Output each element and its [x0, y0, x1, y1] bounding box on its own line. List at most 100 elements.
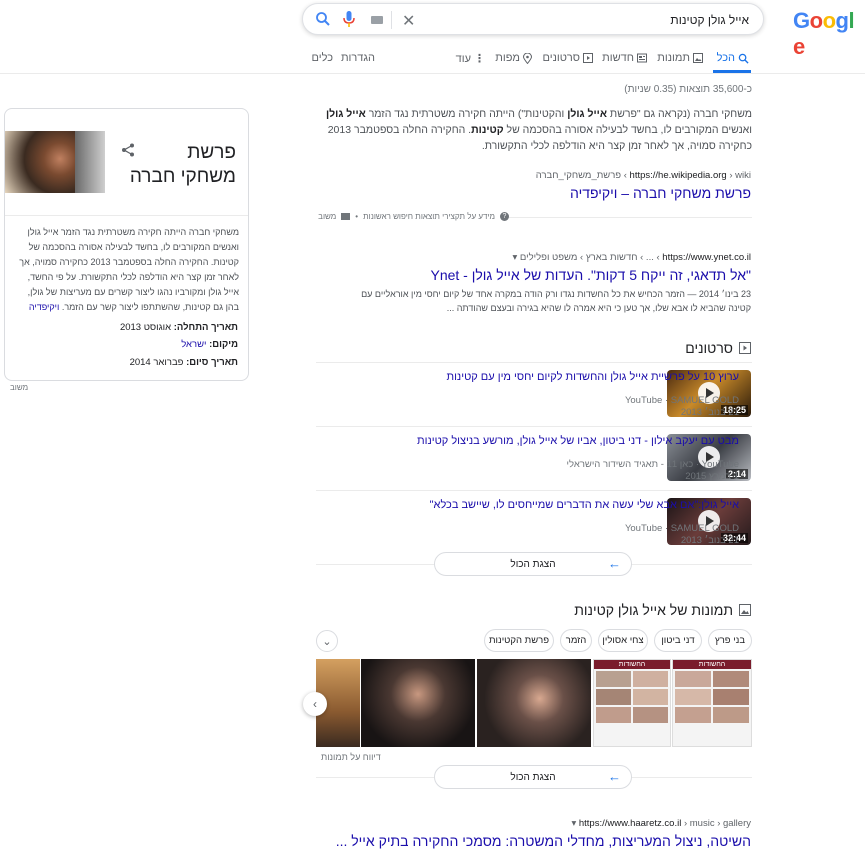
tab-settings[interactable]: הגדרות: [341, 52, 375, 64]
image-icon: [739, 604, 751, 616]
fact-value-link[interactable]: ישראל: [181, 339, 206, 350]
news-icon: [637, 53, 647, 63]
fact-value: אוגוסט 2013: [119, 322, 172, 333]
videos-divider: [316, 362, 752, 363]
videos-show-all-button[interactable]: הצגת הכול ←: [434, 552, 632, 576]
tab-all-label: הכל: [716, 52, 735, 64]
help-icon[interactable]: ?: [500, 212, 509, 221]
tab-settings-label: הגדרות: [340, 52, 375, 64]
show-all-label: הצגת הכול: [510, 771, 556, 783]
dot-separator: •: [355, 212, 359, 221]
image-chip[interactable]: דני ביטון: [654, 629, 702, 652]
arrow-icon: ←: [608, 769, 621, 784]
tab-maps[interactable]: מפות: [495, 52, 532, 64]
snippet-part: ואנשים המקורבים לו, בחשד לבעילה אסורה בה…: [503, 124, 752, 136]
knowledge-panel: פרשת משחקי חברה משחקי חברה הייתה חקירה מ…: [4, 108, 249, 381]
search-icon: [738, 53, 749, 64]
chevron-left-icon[interactable]: ‹: [303, 692, 327, 716]
video-icon: [739, 342, 751, 354]
keyboard-icon[interactable]: [371, 16, 383, 24]
microphone-icon[interactable]: [343, 11, 355, 30]
tab-maps-label: מפות: [495, 52, 520, 64]
knowledge-panel-image[interactable]: [5, 131, 105, 193]
report-images-link[interactable]: דיווח על תמונות: [321, 752, 381, 762]
image-result[interactable]: [361, 659, 475, 747]
feedback-link[interactable]: משוב: [318, 212, 336, 221]
tab-images[interactable]: תמונות: [657, 52, 703, 64]
image-chip[interactable]: בני פרץ: [708, 629, 752, 652]
search-input[interactable]: אייל גולן קטינות: [670, 13, 749, 27]
knowledge-panel-description: משחקי חברה הייתה חקירה משטרתית נגד הזמר …: [13, 225, 239, 315]
search-icon[interactable]: [315, 11, 331, 30]
tab-videos[interactable]: סרטונים: [542, 52, 593, 64]
result-stats: כ-35,600 תוצאות (0.35 שניות): [624, 84, 752, 95]
map-pin-icon: [523, 52, 532, 64]
videos-title: סרטונים: [685, 340, 733, 356]
kp-desc-text: משחקי חברה הייתה חקירה משטרתית נגד הזמר …: [19, 227, 239, 312]
header-divider: [0, 73, 865, 74]
image-chip[interactable]: פרשת הקטינות: [484, 629, 554, 652]
more-vert-icon[interactable]: ▾: [512, 252, 517, 263]
cite-path: › ... › חדשות בארץ › משפט ופלילים: [519, 252, 660, 263]
image-result[interactable]: [477, 659, 591, 747]
haaretz-result-title[interactable]: השיטה, ניצול המעריצות, מחדלי המשטרה: מסמ…: [336, 833, 751, 849]
haaretz-cite[interactable]: https://www.haaretz.co.il › music › gall…: [571, 818, 751, 829]
clear-icon[interactable]: ✕: [402, 11, 415, 31]
poster-heading: החשודות: [673, 660, 751, 669]
poster-grid: [673, 669, 751, 725]
ynet-result-title[interactable]: "אל תדאגי, זה ייקח 5 דקות". העדות של איי…: [430, 267, 751, 283]
cite-path: › music › gallery: [683, 818, 751, 829]
tab-news-label: חדשות: [602, 52, 634, 64]
image-result[interactable]: החשודות: [593, 659, 671, 747]
kp-title-line: פרשת: [187, 142, 236, 163]
video-date: 1 במרץ 2015: [685, 471, 739, 482]
snippet-bold: קטינות: [471, 124, 504, 136]
snippet-bold: אייל גולן: [325, 108, 366, 120]
tab-more-label: עוד: [455, 52, 471, 65]
video-title[interactable]: אייל גולן:"אם אבא שלי עשה את הדברים שמיי…: [430, 499, 739, 511]
snippet-part: משחקי חברה (נקראה גם "פרשת: [607, 108, 752, 120]
ynet-snippet-line: 23 בינו׳ 2014 — הזמר הכחיש את כל החשדות …: [361, 289, 751, 299]
fact-label: תאריך סיום:: [186, 357, 238, 368]
wiki-result-title[interactable]: פרשת משחקי חברה – ויקיפדיה: [570, 185, 751, 201]
video-source: YouTube · כאן 11 - תאגיד השידור הישראלי: [566, 459, 739, 470]
search-divider: [391, 11, 392, 29]
chevron-down-icon[interactable]: ⌄: [316, 630, 338, 652]
kp-wikipedia-link[interactable]: ויקיפדיה: [29, 302, 59, 312]
image-chip[interactable]: צחי אסולין: [598, 629, 648, 652]
video-title[interactable]: ערוץ 10 על פרשיית אייל גולן והחשדות לקיו…: [446, 371, 739, 383]
kp-feedback-link[interactable]: משוב: [10, 383, 28, 392]
tab-news[interactable]: חדשות: [602, 52, 647, 64]
more-vert-icon[interactable]: ▾: [571, 818, 576, 829]
tab-all[interactable]: הכל: [717, 52, 749, 64]
tab-tools[interactable]: כלים: [312, 52, 333, 64]
tab-videos-label: סרטונים: [542, 52, 580, 64]
more-vert-icon: ⋮: [474, 53, 485, 65]
kp-title-line: משחקי חברה: [129, 166, 236, 187]
video-source: YouTube · SAMUEL GOLD: [624, 395, 739, 406]
video-title[interactable]: מבט עם יעקב אילון - דני ביטון, אביו של א…: [417, 435, 739, 447]
video-date: 21 בנוב׳ 2013: [680, 407, 739, 418]
kp-divider: [5, 215, 248, 216]
poster-heading: החשודות: [594, 660, 670, 669]
poster-grid: [594, 669, 670, 725]
search-box[interactable]: אייל גולן קטינות ✕: [302, 3, 764, 35]
fact-label: מיקום:: [209, 339, 238, 350]
tab-tools-label: כלים: [311, 52, 333, 64]
snippet-footer: ? מידע על תקצירי תוצאות חיפוש ראשונות • …: [318, 212, 509, 221]
video-divider: [316, 490, 752, 491]
image-chip[interactable]: הזמר: [560, 629, 592, 652]
cite-url: https://www.haaretz.co.il: [578, 818, 682, 829]
arrow-icon: ←: [608, 556, 621, 571]
ynet-cite[interactable]: https://www.ynet.co.il › ... › חדשות באר…: [512, 252, 751, 263]
kp-fact-location: מיקום: ישראל: [181, 339, 238, 350]
wiki-cite[interactable]: https://he.wikipedia.org › wiki › פרשת_מ…: [536, 170, 751, 181]
video-source: YouTube · SAMUEL GOLD: [624, 523, 739, 534]
video-icon: [583, 53, 593, 63]
image-result[interactable]: החשודות: [672, 659, 752, 747]
images-show-all-button[interactable]: הצגת הכול ←: [434, 765, 632, 789]
images-title: תמונות של אייל גולן קטינות: [574, 602, 733, 618]
fact-label: תאריך התחלה:: [173, 322, 238, 333]
about-snippets-link[interactable]: מידע על תקצירי תוצאות חיפוש ראשונות: [363, 212, 495, 221]
tab-more[interactable]: ⋮ עוד: [455, 52, 485, 66]
